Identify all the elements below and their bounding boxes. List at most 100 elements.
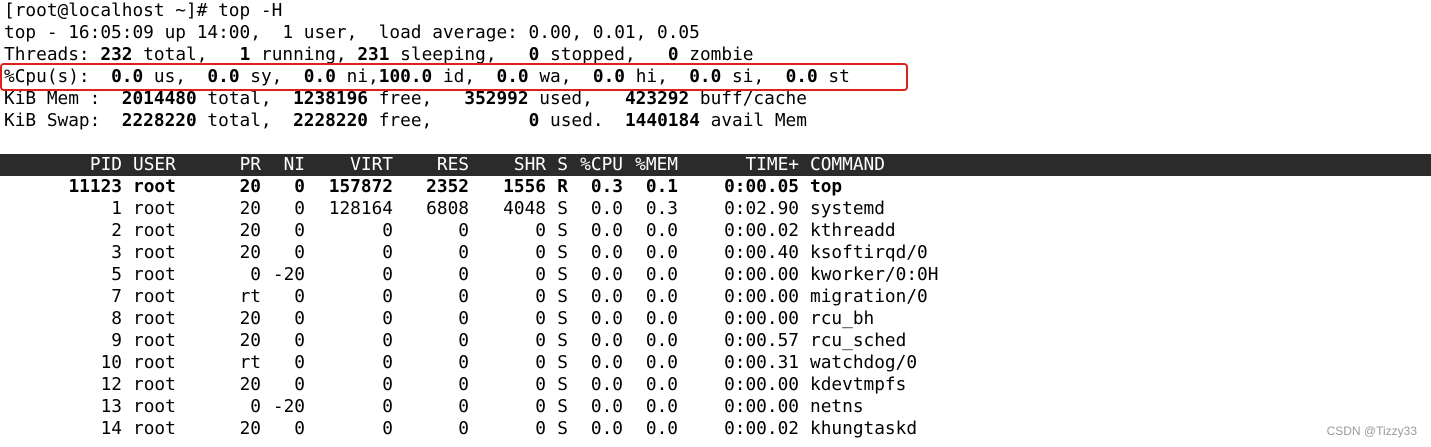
cell-pid: 3 bbox=[111, 242, 122, 263]
cell-user: root bbox=[133, 198, 176, 219]
cell-pid: 9 bbox=[111, 330, 122, 351]
cell-ni: 0 bbox=[294, 418, 305, 439]
cell-virt: 0 bbox=[382, 308, 393, 329]
cpu-hi: 0.0 bbox=[592, 66, 625, 87]
table-row: 5 root 0 -20 0 0 0 S 0.0 0.0 0:00.00 kworker/0:0H bbox=[4, 264, 1431, 286]
swap-used-label: used. bbox=[539, 110, 625, 131]
swap-total-label: total, bbox=[196, 110, 294, 131]
col-res-header: RES bbox=[436, 154, 469, 175]
swap-label: KiB Swap: bbox=[4, 110, 122, 131]
cell-virt: 0 bbox=[382, 220, 393, 241]
cell-pid: 12 bbox=[100, 374, 122, 395]
cell-ni: -20 bbox=[272, 264, 305, 285]
cell-cpu: 0.3 bbox=[590, 176, 623, 197]
cell-s: S bbox=[557, 198, 568, 219]
cell-pr: 20 bbox=[239, 220, 261, 241]
cell-ni: 0 bbox=[294, 330, 305, 351]
cell-virt: 0 bbox=[382, 330, 393, 351]
cell-time: 0:00.00 bbox=[724, 264, 799, 285]
cell-res: 0 bbox=[458, 418, 469, 439]
cell-mem: 0.0 bbox=[645, 330, 678, 351]
col-command-header: COMMAND bbox=[810, 154, 885, 175]
mem-cache-label: buff/cache bbox=[689, 88, 807, 109]
cell-mem: 0.0 bbox=[645, 220, 678, 241]
cell-cpu: 0.0 bbox=[590, 242, 623, 263]
cell-time: 0:00.00 bbox=[724, 396, 799, 417]
threads-line: Threads: 232 total, 1 running, 231 sleep… bbox=[4, 44, 1431, 66]
cpu-ni: 0.0 bbox=[303, 66, 336, 87]
mem-label: KiB Mem : bbox=[4, 88, 122, 109]
cell-ni: 0 bbox=[294, 198, 305, 219]
watermark: CSDN @Tizzy33 bbox=[1326, 424, 1417, 438]
cell-mem: 0.1 bbox=[645, 176, 678, 197]
cell-pid: 11123 bbox=[68, 176, 122, 197]
threads-sleeping: 231 bbox=[357, 44, 390, 65]
cpu-us-label: us, bbox=[143, 66, 208, 87]
cell-time: 0:00.05 bbox=[724, 176, 799, 197]
threads-stopped: 0 bbox=[528, 44, 540, 65]
cell-pid: 10 bbox=[100, 352, 122, 373]
cpu-sy: 0.0 bbox=[207, 66, 240, 87]
cell-virt: 0 bbox=[382, 242, 393, 263]
cell-time: 0:00.02 bbox=[724, 418, 799, 439]
cpu-line: %Cpu(s): 0.0 us, 0.0 sy, 0.0 ni,100.0 id… bbox=[4, 66, 1431, 88]
cell-res: 6808 bbox=[426, 198, 469, 219]
cell-command: netns bbox=[810, 396, 864, 417]
table-row: 12 root 20 0 0 0 0 S 0.0 0.0 0:00.00 kdevtmpfs bbox=[4, 374, 1431, 396]
cell-pid: 2 bbox=[111, 220, 122, 241]
cell-res: 0 bbox=[458, 242, 469, 263]
table-row: 3 root 20 0 0 0 0 S 0.0 0.0 0:00.40 ksoftirqd/0 bbox=[4, 242, 1431, 264]
table-row: 1 root 20 0 128164 6808 4048 S 0.0 0.3 0:02.90 syst… bbox=[4, 198, 1431, 220]
cell-res: 0 bbox=[458, 330, 469, 351]
cell-mem: 0.0 bbox=[645, 264, 678, 285]
mem-used: 352992 bbox=[464, 88, 529, 109]
cell-s: S bbox=[557, 286, 568, 307]
cell-virt: 0 bbox=[382, 374, 393, 395]
cell-command: kthreadd bbox=[810, 220, 896, 241]
col-user-header: USER bbox=[133, 154, 176, 175]
cell-command: khungtaskd bbox=[810, 418, 918, 439]
cell-res: 0 bbox=[458, 308, 469, 329]
table-row: 7 root rt 0 0 0 0 S 0.0 0.0 0:00.00 migration/0 bbox=[4, 286, 1431, 308]
cell-ni: -20 bbox=[272, 396, 305, 417]
cell-virt: 0 bbox=[382, 352, 393, 373]
threads-total-label: total, bbox=[132, 44, 240, 65]
cell-res: 2352 bbox=[426, 176, 469, 197]
cell-s: S bbox=[557, 418, 568, 439]
cell-shr: 4048 bbox=[503, 198, 546, 219]
cell-mem: 0.0 bbox=[645, 286, 678, 307]
cpu-st-label: st bbox=[817, 66, 850, 87]
cell-res: 0 bbox=[458, 220, 469, 241]
swap-free-label: free, bbox=[368, 110, 529, 131]
cell-cpu: 0.0 bbox=[590, 286, 623, 307]
cell-time: 0:00.40 bbox=[724, 242, 799, 263]
cell-cpu: 0.0 bbox=[590, 374, 623, 395]
cell-ni: 0 bbox=[294, 176, 305, 197]
cell-shr: 0 bbox=[535, 330, 546, 351]
cell-shr: 0 bbox=[535, 286, 546, 307]
cell-user: root bbox=[133, 220, 176, 241]
cell-virt: 157872 bbox=[328, 176, 393, 197]
col-pr-header: PR bbox=[239, 154, 261, 175]
cell-mem: 0.0 bbox=[645, 308, 678, 329]
cell-ni: 0 bbox=[294, 308, 305, 329]
threads-zombie: 0 bbox=[667, 44, 679, 65]
cell-res: 0 bbox=[458, 286, 469, 307]
cell-time: 0:00.02 bbox=[724, 220, 799, 241]
cell-command: migration/0 bbox=[810, 286, 928, 307]
cpu-hi-label: hi, bbox=[624, 66, 690, 87]
swap-used: 0 bbox=[528, 110, 540, 131]
cell-command: kdevtmpfs bbox=[810, 374, 907, 395]
cell-mem: 0.0 bbox=[645, 374, 678, 395]
process-table-body: 11123 root 20 0 157872 2352 1556 R 0.3 0.1 0:00.05… bbox=[4, 176, 1431, 440]
cell-cpu: 0.0 bbox=[590, 330, 623, 351]
cpu-st: 0.0 bbox=[785, 66, 818, 87]
cell-time: 0:02.90 bbox=[724, 198, 799, 219]
cell-shr: 0 bbox=[535, 308, 546, 329]
cell-command: rcu_bh bbox=[810, 308, 875, 329]
table-row: 8 root 20 0 0 0 0 S 0.0 0.0 0:00.00 rcu_bh bbox=[4, 308, 1431, 330]
cell-user: root bbox=[133, 418, 176, 439]
cell-command: systemd bbox=[810, 198, 885, 219]
cell-ni: 0 bbox=[294, 374, 305, 395]
